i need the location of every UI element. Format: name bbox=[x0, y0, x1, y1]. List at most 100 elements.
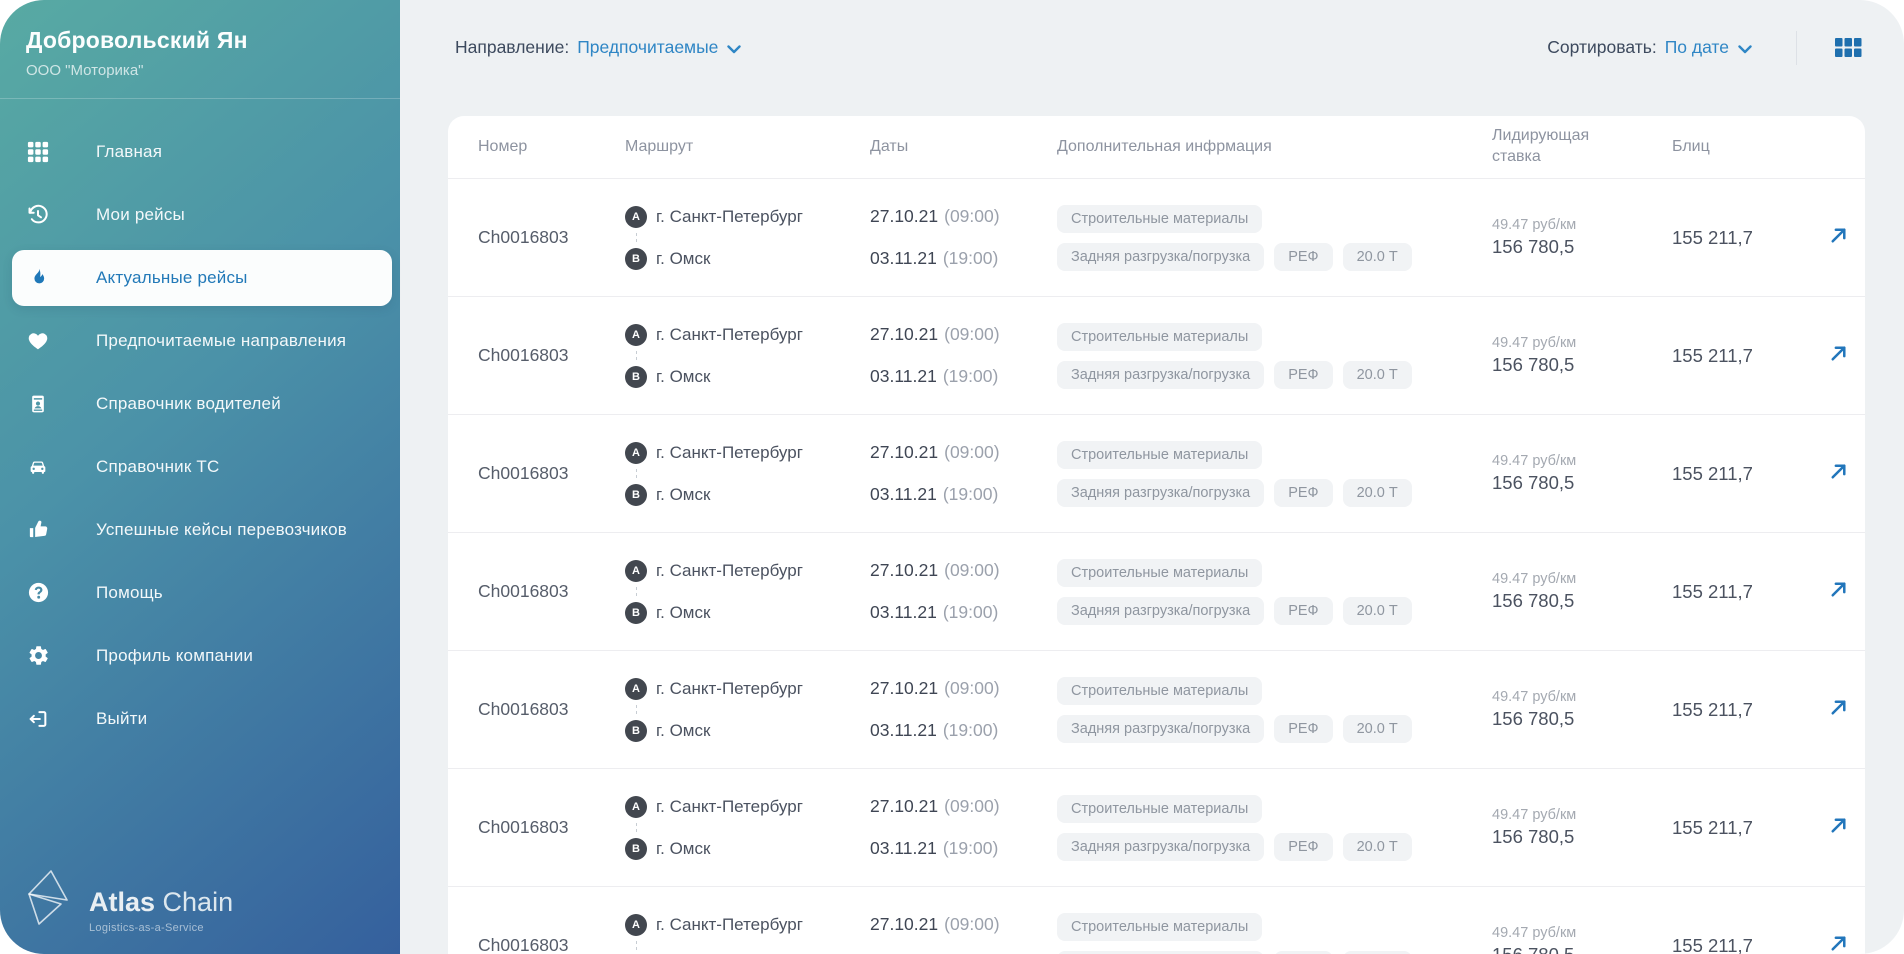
trip-additional-info: Строительные материалы Задняя разгрузка/… bbox=[1057, 676, 1492, 743]
trip-row[interactable]: Ch0016803 А г. Санкт-Петербург В г. Омск bbox=[448, 178, 1865, 296]
arrow-up-right-icon bbox=[1828, 579, 1849, 605]
blitz-value: 155 211,7 bbox=[1672, 226, 1753, 248]
trip-additional-info: Строительные материалы Задняя разгрузка/… bbox=[1057, 322, 1492, 389]
history-icon bbox=[26, 203, 50, 227]
route-connector bbox=[635, 705, 637, 714]
sidebar-item-logout[interactable]: Выйти bbox=[0, 687, 400, 750]
date-to: 03.11.21 bbox=[870, 602, 937, 622]
table-header-row: Номер Маршрут Даты Дополнительная инфрма… bbox=[448, 116, 1865, 178]
help-icon bbox=[26, 581, 50, 605]
time-to: (19:00) bbox=[942, 248, 999, 268]
sidebar-item-label: Выйти bbox=[96, 708, 148, 728]
open-trip-button[interactable] bbox=[1822, 222, 1854, 254]
header-leading-bid: Лидирующая ставка bbox=[1492, 127, 1590, 165]
trip-route: А г. Санкт-Петербург В г. Омск bbox=[625, 200, 870, 275]
route-point-a-badge: А bbox=[625, 559, 647, 582]
rate-per-km: 49.47 руб/км bbox=[1492, 689, 1577, 705]
time-to: (19:00) bbox=[942, 366, 999, 386]
trip-row[interactable]: Ch0016803 А г. Санкт-Петербург В г. Омск bbox=[448, 768, 1865, 886]
sidebar-item-actual-trips[interactable]: Актуальные рейсы bbox=[12, 249, 392, 306]
open-trip-button[interactable] bbox=[1822, 458, 1854, 490]
trip-route: А г. Санкт-Петербург В г. Омск bbox=[625, 436, 870, 511]
tag-cargo-type: Строительные материалы bbox=[1057, 912, 1263, 941]
rate-per-km: 49.47 руб/км bbox=[1492, 925, 1577, 941]
tag-loading-type: Задняя разгрузка/погрузка bbox=[1057, 596, 1265, 625]
blitz-value: 155 211,7 bbox=[1672, 698, 1753, 720]
tag-cargo-type: Строительные материалы bbox=[1057, 676, 1263, 705]
tag-cargo-type: Строительные материалы bbox=[1057, 322, 1263, 351]
trip-row[interactable]: Ch0016803 А г. Санкт-Петербург В г. Омск bbox=[448, 886, 1865, 954]
sidebar-item-home[interactable]: Главная bbox=[0, 120, 400, 183]
car-icon bbox=[26, 455, 50, 479]
open-trip-button[interactable] bbox=[1822, 812, 1854, 844]
sidebar-item-label: Успешные кейсы перевозчиков bbox=[96, 519, 348, 539]
arrow-up-right-icon bbox=[1828, 933, 1849, 954]
route-point-a: г. Санкт-Петербург bbox=[656, 206, 803, 226]
blitz-value: 155 211,7 bbox=[1672, 934, 1753, 954]
logo-tagline: Logistics-as-a-Service bbox=[89, 922, 204, 934]
trip-dates: 27.10.21 (09:00) 03.11.21 (19:00) bbox=[870, 908, 1057, 954]
time-from: (09:00) bbox=[944, 206, 1000, 226]
open-trip-button[interactable] bbox=[1822, 930, 1854, 954]
gear-icon bbox=[26, 644, 50, 668]
tag-weight: 20.0 Т bbox=[1342, 714, 1412, 743]
time-from: (09:00) bbox=[944, 560, 1000, 580]
open-trip-button[interactable] bbox=[1822, 694, 1854, 726]
sidebar-item-success-cases[interactable]: Успешные кейсы перевозчиков bbox=[0, 498, 400, 561]
rate-per-km: 49.47 руб/км bbox=[1492, 453, 1577, 469]
sidebar-item-my-trips[interactable]: Мои рейсы bbox=[0, 183, 400, 246]
user-name: Добровольский Ян bbox=[26, 27, 248, 53]
tag-weight: 20.0 Т bbox=[1342, 242, 1412, 271]
sidebar-item-label: Справочник водителей bbox=[96, 393, 281, 413]
sidebar-item-label: Предпочитаемые направления bbox=[96, 330, 347, 350]
route-connector bbox=[635, 587, 637, 596]
trip-number: Ch0016803 bbox=[478, 817, 569, 837]
leading-bid: 49.47 руб/км 156 780,5 bbox=[1492, 217, 1672, 258]
leading-bid-value: 156 780,5 bbox=[1492, 944, 1672, 954]
date-from: 27.10.21 bbox=[870, 324, 939, 344]
sort-dropdown[interactable]: По дате bbox=[1665, 36, 1752, 59]
open-trip-button[interactable] bbox=[1822, 576, 1854, 608]
trip-route: А г. Санкт-Петербург В г. Омск bbox=[625, 908, 870, 954]
date-from: 27.10.21 bbox=[870, 796, 939, 816]
direction-dropdown[interactable]: Предпочитаемые bbox=[577, 36, 742, 59]
sidebar-item-favorite-directions[interactable]: Предпочитаемые направления bbox=[0, 309, 400, 372]
open-trip-button[interactable] bbox=[1822, 340, 1854, 372]
tag-ref: РЕФ bbox=[1274, 714, 1333, 743]
sidebar-item-company-profile[interactable]: Профиль компании bbox=[0, 624, 400, 687]
trip-row[interactable]: Ch0016803 А г. Санкт-Петербург В г. Омск bbox=[448, 296, 1865, 414]
leading-bid: 49.47 руб/км 156 780,5 bbox=[1492, 807, 1672, 848]
sidebar-user-block: Добровольский Ян ООО "Моторика" bbox=[0, 0, 400, 98]
grid-view-toggle[interactable] bbox=[1834, 36, 1862, 60]
trip-row[interactable]: Ch0016803 А г. Санкт-Петербург В г. Омск bbox=[448, 650, 1865, 768]
route-point-b: г. Омск bbox=[656, 248, 711, 268]
route-point-b: г. Омск bbox=[656, 602, 711, 622]
time-to: (19:00) bbox=[942, 602, 999, 622]
header-info: Дополнительная инфрмация bbox=[1057, 138, 1272, 155]
tag-cargo-type: Строительные материалы bbox=[1057, 558, 1263, 587]
company-name: ООО "Моторика" bbox=[26, 62, 144, 79]
route-point-b: г. Омск bbox=[656, 838, 711, 858]
time-from: (09:00) bbox=[944, 678, 1000, 698]
trips-table: Номер Маршрут Даты Дополнительная инфрма… bbox=[448, 116, 1865, 954]
sort-value: По дате bbox=[1664, 37, 1729, 57]
sidebar-item-help[interactable]: Помощь bbox=[0, 561, 400, 624]
tag-loading-type: Задняя разгрузка/погрузка bbox=[1057, 832, 1265, 861]
leading-bid-value: 156 780,5 bbox=[1492, 708, 1575, 729]
sidebar-item-drivers-directory[interactable]: Справочник водителей bbox=[0, 372, 400, 435]
leading-bid-value: 156 780,5 bbox=[1492, 826, 1575, 847]
trip-row[interactable]: Ch0016803 А г. Санкт-Петербург В г. Омск bbox=[448, 532, 1865, 650]
route-point-a: г. Санкт-Петербург bbox=[656, 442, 803, 462]
route-point-a-badge: А bbox=[625, 205, 647, 228]
sidebar-item-vehicles-directory[interactable]: Справочник ТС bbox=[0, 435, 400, 498]
trip-row[interactable]: Ch0016803 А г. Санкт-Петербург В г. Омск bbox=[448, 414, 1865, 532]
tag-ref: РЕФ bbox=[1274, 360, 1333, 389]
route-point-a-badge: А bbox=[625, 323, 647, 346]
chevron-down-icon bbox=[727, 38, 742, 59]
tag-ref: РЕФ bbox=[1274, 832, 1333, 861]
time-from: (09:00) bbox=[944, 796, 1000, 816]
trip-number: Ch0016803 bbox=[478, 227, 569, 247]
route-connector bbox=[635, 941, 637, 950]
id-card-icon bbox=[26, 392, 50, 416]
route-point-b-badge: В bbox=[625, 247, 647, 270]
